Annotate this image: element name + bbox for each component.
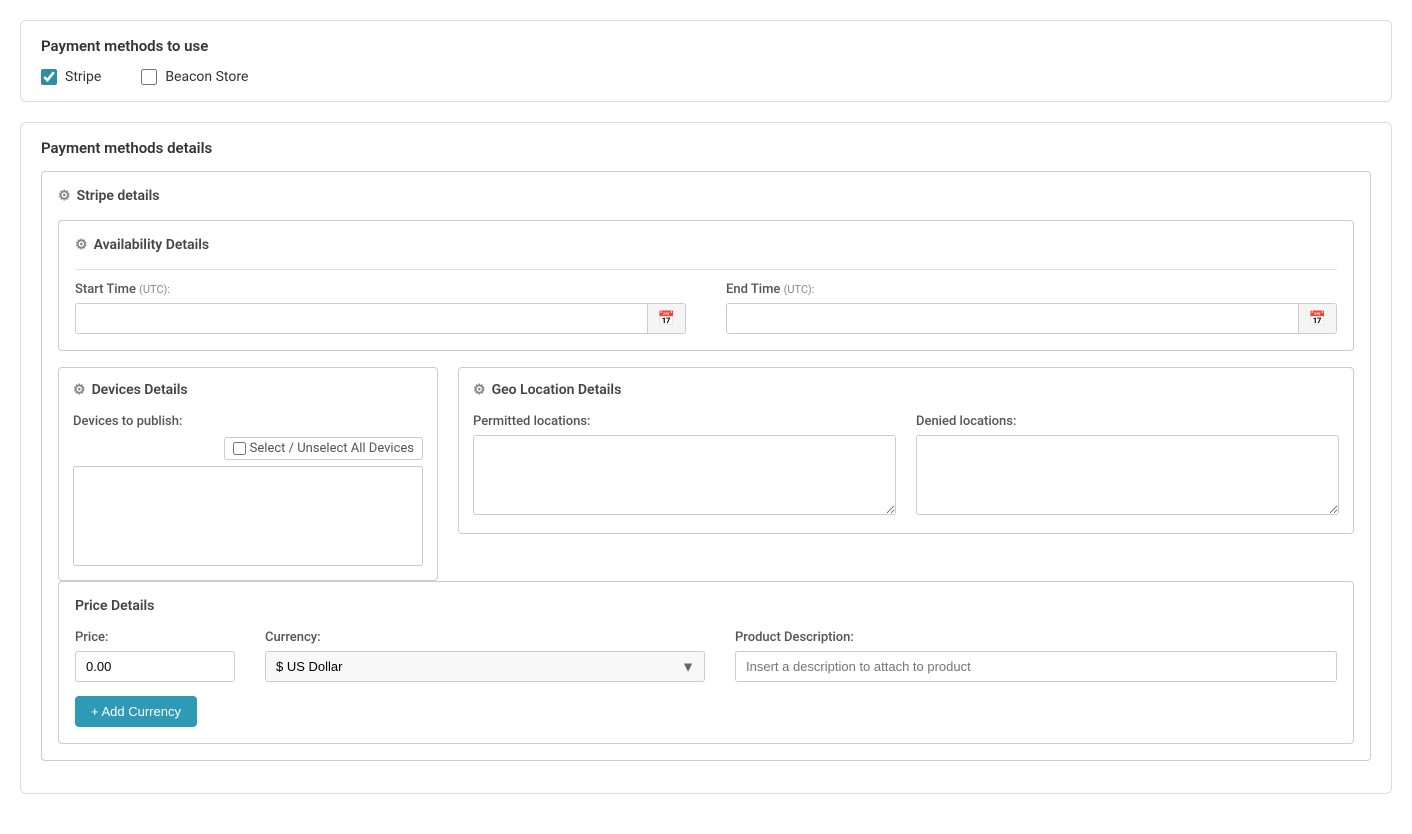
add-currency-button[interactable]: + Add Currency [75,696,197,727]
payment-methods-title: Payment methods to use [41,37,1371,55]
description-group: Product Description: [735,630,1337,682]
price-details-section: Price Details Price: Currency: $ US Doll… [58,581,1354,744]
payment-methods-section: Payment methods to use Stripe Beacon Sto… [20,20,1392,102]
start-time-input-wrap: 📅 [75,303,686,334]
gear-icon: ⚙ [58,188,71,204]
start-time-input[interactable] [76,304,647,333]
devices-geo-row: ⚙ Devices Details Devices to publish: Se… [58,367,1354,581]
price-input[interactable] [75,651,235,682]
availability-divider [75,269,1337,270]
description-input[interactable] [735,651,1337,682]
devices-title: ⚙ Devices Details [73,382,423,398]
geo-inner: ⚙ Geo Location Details Permitted locatio… [458,367,1354,534]
availability-details-section: ⚙ Availability Details Start Time (UTC):… [58,220,1354,351]
end-time-input-wrap: 📅 [726,303,1337,334]
end-time-label: End Time (UTC): [726,282,1337,297]
stripe-details-section: ⚙ Stripe details ⚙ Availability Details … [41,171,1371,761]
payment-methods-options: Stripe Beacon Store [41,69,1371,85]
start-time-label: Start Time (UTC): [75,282,686,297]
geo-section: ⚙ Geo Location Details Permitted locatio… [458,367,1354,581]
devices-section: ⚙ Devices Details Devices to publish: Se… [58,367,438,581]
geo-fields-row: Permitted locations: Denied locations: [473,414,1339,519]
availability-details-title: ⚙ Availability Details [75,237,1337,253]
stripe-label[interactable]: Stripe [65,69,101,85]
price-fields-row: Price: Currency: $ US Dollar € Euro £ Br… [75,630,1337,682]
permitted-locations-label: Permitted locations: [473,414,896,429]
select-all-checkbox[interactable] [233,442,246,455]
payment-methods-details-title: Payment methods details [41,139,1371,157]
start-time-calendar-btn[interactable]: 📅 [647,304,685,333]
geo-gear-icon: ⚙ [473,382,486,398]
time-fields-row: Start Time (UTC): 📅 End Time (UTC): [75,282,1337,334]
payment-methods-details-section: Payment methods details ⚙ Stripe details… [20,122,1392,794]
end-time-calendar-btn[interactable]: 📅 [1298,304,1336,333]
devices-inner: ⚙ Devices Details Devices to publish: Se… [58,367,438,581]
start-time-group: Start Time (UTC): 📅 [75,282,686,334]
currency-group: Currency: $ US Dollar € Euro £ British P… [265,630,705,682]
denied-locations-group: Denied locations: [916,414,1339,519]
permitted-locations-input[interactable] [473,435,896,515]
stripe-option[interactable]: Stripe [41,69,101,85]
devices-to-publish-label: Devices to publish: [73,414,423,429]
end-time-group: End Time (UTC): 📅 [726,282,1337,334]
currency-label: Currency: [265,630,705,645]
denied-locations-input[interactable] [916,435,1339,515]
beacon-store-checkbox[interactable] [141,69,157,85]
price-details-title: Price Details [75,598,1337,614]
beacon-store-label[interactable]: Beacon Store [165,69,248,85]
description-label: Product Description: [735,630,1337,645]
stripe-checkbox[interactable] [41,69,57,85]
availability-gear-icon: ⚙ [75,237,88,253]
beacon-store-option[interactable]: Beacon Store [141,69,248,85]
currency-select-wrap: $ US Dollar € Euro £ British Pound ¥ Jap… [265,651,705,682]
geo-title: ⚙ Geo Location Details [473,382,1339,398]
price-label: Price: [75,630,235,645]
permitted-locations-group: Permitted locations: [473,414,896,519]
devices-gear-icon: ⚙ [73,382,86,398]
currency-select[interactable]: $ US Dollar € Euro £ British Pound ¥ Jap… [265,651,705,682]
price-group: Price: [75,630,235,682]
select-all-row: Select / Unselect All Devices [73,437,423,460]
select-all-label[interactable]: Select / Unselect All Devices [224,437,423,460]
devices-list[interactable] [73,466,423,566]
denied-locations-label: Denied locations: [916,414,1339,429]
end-time-input[interactable] [727,304,1298,333]
stripe-details-title: ⚙ Stripe details [58,188,1354,204]
